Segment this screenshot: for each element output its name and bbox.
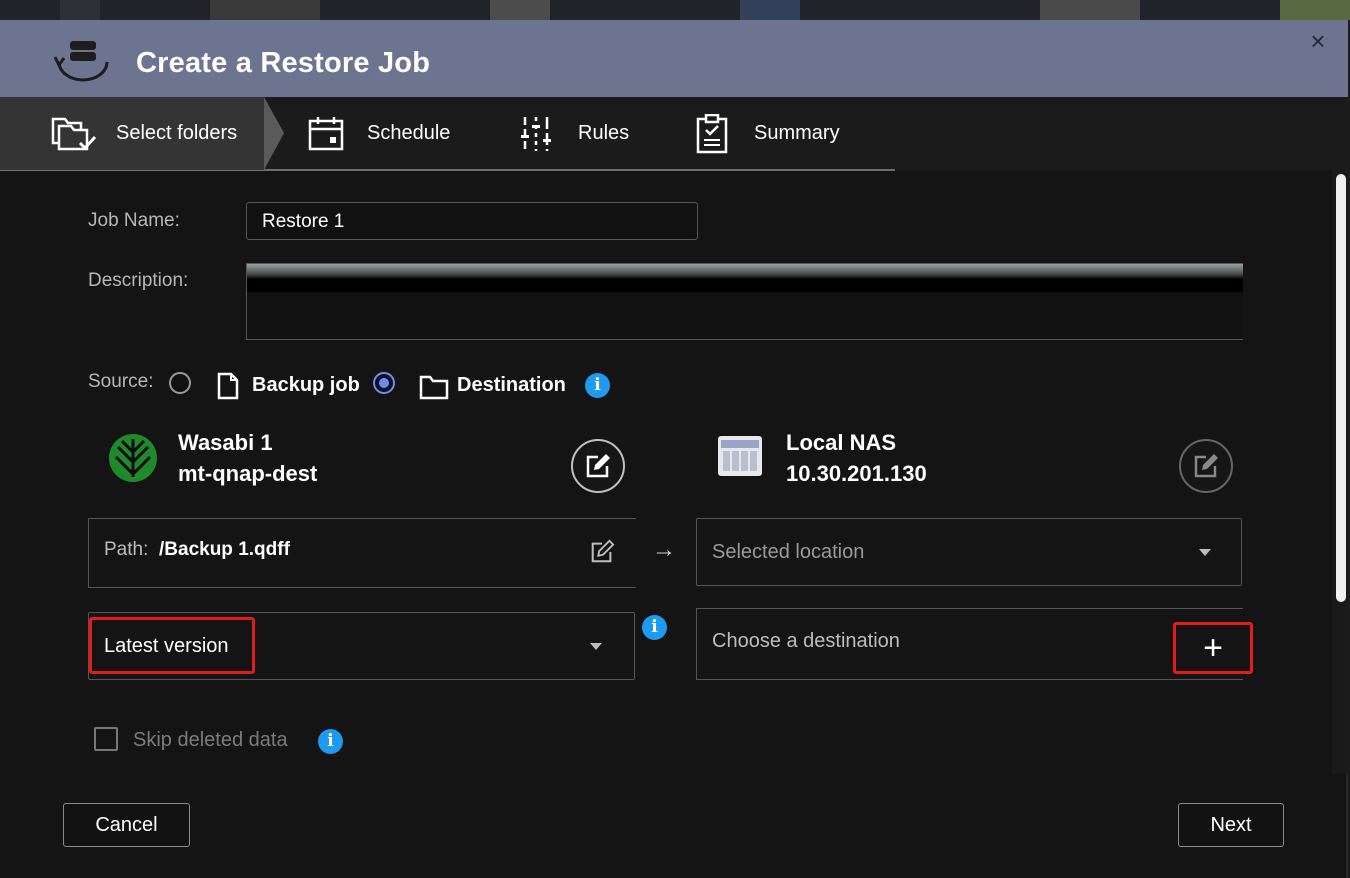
chevron-down-icon bbox=[1199, 549, 1211, 556]
dialog-title: Create a Restore Job bbox=[136, 47, 431, 79]
scrollbar-thumb[interactable] bbox=[1336, 174, 1346, 602]
source-destination-radio[interactable] bbox=[373, 372, 395, 394]
edit-path-icon[interactable] bbox=[589, 539, 615, 570]
wizard-steps: Select folders Schedule Rules Summary bbox=[0, 97, 1348, 171]
source-label: Source: bbox=[88, 371, 154, 392]
path-label: Path: bbox=[104, 539, 149, 560]
vertical-scrollbar[interactable] bbox=[1332, 170, 1348, 774]
next-button[interactable]: Next bbox=[1178, 803, 1284, 847]
destination-ip: 10.30.201.130 bbox=[786, 461, 927, 486]
selected-location-placeholder: Selected location bbox=[712, 541, 865, 563]
wasabi-logo-icon bbox=[108, 433, 158, 488]
edit-icon bbox=[586, 454, 610, 478]
description-label: Description: bbox=[88, 270, 189, 291]
step-label: Schedule bbox=[367, 122, 451, 144]
destination-device-name: Local NAS bbox=[786, 430, 897, 455]
source-backup-job-radio[interactable] bbox=[169, 372, 191, 394]
source-backup-job-label: Backup job bbox=[252, 374, 360, 396]
add-destination-button[interactable]: + bbox=[1173, 622, 1253, 674]
close-button[interactable]: × bbox=[1306, 28, 1330, 54]
step-label: Summary bbox=[754, 122, 840, 144]
selected-location-dropdown[interactable]: Selected location bbox=[696, 518, 1242, 586]
path-value: /Backup 1.qdff bbox=[159, 539, 290, 560]
desktop-backdrop bbox=[0, 0, 1350, 20]
step-schedule[interactable]: Schedule bbox=[302, 97, 450, 170]
skip-deleted-label: Skip deleted data bbox=[133, 729, 288, 751]
sliders-icon bbox=[512, 112, 560, 156]
arrow-right-icon: → bbox=[652, 536, 676, 563]
skip-deleted-info-icon[interactable]: i bbox=[318, 729, 343, 754]
edit-destination-button[interactable] bbox=[1179, 439, 1233, 493]
job-name-label: Job Name: bbox=[88, 210, 180, 231]
version-info-icon[interactable]: i bbox=[642, 615, 667, 640]
description-textarea[interactable] bbox=[246, 263, 1243, 340]
source-bucket-name: mt-qnap-dest bbox=[178, 461, 318, 486]
source-path-field[interactable]: Path: /Backup 1.qdff bbox=[88, 518, 636, 588]
nas-device-icon bbox=[717, 433, 763, 484]
restore-job-icon bbox=[53, 40, 112, 82]
active-step-arrow bbox=[264, 97, 284, 170]
step-label: Rules bbox=[578, 122, 630, 144]
file-icon bbox=[216, 372, 240, 405]
version-highlight-box bbox=[89, 617, 255, 674]
job-name-input[interactable]: Restore 1 bbox=[246, 202, 698, 240]
step-select-folders[interactable]: Select folders bbox=[0, 97, 264, 170]
edit-source-button[interactable] bbox=[571, 439, 625, 493]
choose-destination-label: Choose a destination bbox=[712, 630, 900, 652]
step-summary[interactable]: Summary bbox=[688, 97, 840, 170]
source-destination-label: Destination bbox=[457, 374, 566, 396]
cancel-button[interactable]: Cancel bbox=[63, 803, 190, 847]
calendar-icon bbox=[302, 112, 350, 156]
chevron-down-icon bbox=[590, 643, 602, 650]
step-label: Select folders bbox=[116, 122, 238, 144]
description-redaction bbox=[247, 264, 1243, 292]
clipboard-icon bbox=[688, 112, 736, 156]
choose-destination-field[interactable]: Choose a destination bbox=[696, 608, 1243, 680]
skip-deleted-checkbox[interactable] bbox=[94, 727, 118, 751]
edit-icon bbox=[1194, 454, 1218, 478]
restore-job-dialog: Create a Restore Job × Select folders Sc… bbox=[0, 20, 1348, 878]
folders-check-icon bbox=[50, 112, 98, 156]
source-storage-name: Wasabi 1 bbox=[178, 430, 273, 455]
folder-icon bbox=[419, 374, 449, 405]
dialog-titlebar: Create a Restore Job × bbox=[0, 20, 1348, 97]
source-info-icon[interactable]: i bbox=[585, 373, 610, 398]
step-rules[interactable]: Rules bbox=[512, 97, 629, 170]
